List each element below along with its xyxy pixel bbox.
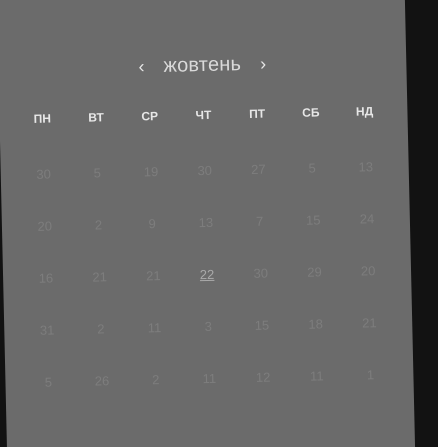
day-cell[interactable]: 16 (19, 267, 73, 289)
day-cell[interactable]: 29 (287, 261, 341, 283)
weekday-label: ПН (33, 111, 52, 126)
calendar-card: ‹ жовтень › ПН ВТ СР ЧТ ПТ СБ НД 30 5 19… (0, 0, 416, 447)
day-cell[interactable]: 26 (75, 370, 129, 392)
screen: ‹ жовтень › ПН ВТ СР ЧТ ПТ СБ НД 30 5 19… (0, 0, 438, 447)
day-cell[interactable]: 7 (232, 210, 286, 232)
day-cell[interactable]: 20 (18, 215, 72, 237)
month-title: жовтень (163, 53, 242, 77)
day-cell[interactable]: 15 (286, 209, 340, 231)
day-cell[interactable]: 2 (74, 318, 128, 340)
weekday-label: НД (355, 104, 374, 119)
day-cell[interactable]: 5 (70, 162, 124, 184)
day-cell[interactable]: 27 (231, 158, 285, 180)
weekday-label: ПТ (249, 106, 266, 121)
day-cell[interactable]: 30 (178, 159, 232, 181)
day-cell[interactable]: 2 (129, 369, 183, 391)
weekday-label: ВТ (88, 110, 104, 125)
day-cell[interactable]: 9 (125, 213, 179, 235)
day-cell[interactable]: 18 (289, 313, 343, 335)
weekday-header: ПН ВТ СР ЧТ ПТ СБ НД (15, 104, 391, 127)
previous-month-button[interactable]: ‹ (129, 56, 153, 78)
day-cell[interactable]: 2 (71, 214, 125, 236)
day-cell[interactable]: 19 (124, 161, 178, 183)
weekday-label: СР (141, 109, 159, 124)
day-cell[interactable]: 12 (236, 366, 290, 388)
day-cell[interactable]: 30 (17, 163, 71, 185)
day-cell[interactable]: 11 (182, 367, 236, 389)
day-cell[interactable]: 11 (127, 317, 181, 339)
calendar-header: ‹ жовтень › (0, 49, 407, 81)
day-cell[interactable]: 20 (341, 260, 395, 282)
day-cell[interactable]: 5 (21, 371, 75, 393)
weekday-label: СБ (302, 105, 320, 120)
weekday-label: ЧТ (195, 107, 212, 123)
day-cell[interactable]: 30 (234, 262, 288, 284)
day-cell-highlighted[interactable]: 22 (180, 263, 234, 285)
day-cell[interactable]: 21 (73, 266, 127, 288)
day-cell[interactable]: 21 (126, 265, 180, 287)
day-cell[interactable]: 15 (235, 314, 289, 336)
next-month-button[interactable]: › (251, 53, 275, 75)
day-cell[interactable]: 1 (343, 364, 397, 386)
day-cell[interactable]: 13 (339, 156, 393, 178)
day-cell[interactable]: 5 (285, 157, 339, 179)
day-cell[interactable]: 11 (290, 365, 344, 387)
day-cell[interactable]: 31 (20, 319, 74, 341)
days-grid: 30 5 19 30 27 5 13 20 2 9 13 7 15 24 16 … (17, 156, 398, 393)
day-cell[interactable]: 13 (179, 211, 233, 233)
day-cell[interactable]: 24 (340, 208, 394, 230)
day-cell[interactable]: 3 (181, 315, 235, 337)
day-cell[interactable]: 21 (342, 312, 396, 334)
